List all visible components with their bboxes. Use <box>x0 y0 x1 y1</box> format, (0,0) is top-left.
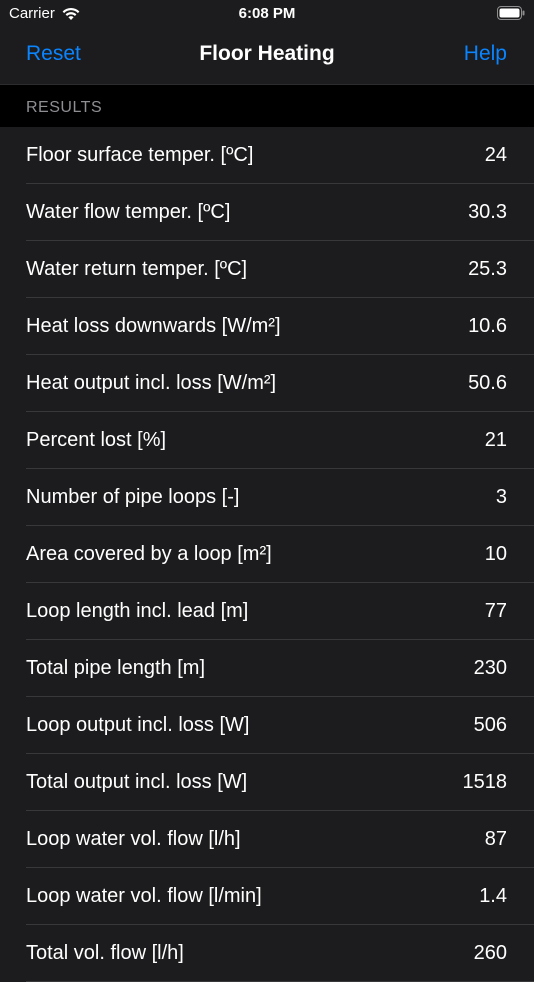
result-value: 506 <box>473 714 507 736</box>
result-row-total-output-incl-loss: Total output incl. loss [W] 1518 <box>0 754 534 811</box>
result-label: Loop length incl. lead [m] <box>26 600 249 622</box>
result-row-loop-water-vol-flow-lmin: Loop water vol. flow [l/min] 1.4 <box>0 868 534 925</box>
result-row-number-of-pipe-loops: Number of pipe loops [-] 3 <box>0 469 534 526</box>
result-label: Water flow temper. [ºC] <box>26 201 231 223</box>
result-row-loop-length-incl-lead: Loop length incl. lead [m] 77 <box>0 583 534 640</box>
result-value: 25.3 <box>468 258 507 280</box>
result-label: Percent lost [%] <box>26 429 167 451</box>
status-time: 6:08 PM <box>238 5 296 22</box>
result-label: Water return temper. [ºC] <box>26 258 248 280</box>
result-row-heat-output-incl-loss: Heat output incl. loss [W/m²] 50.6 <box>0 355 534 412</box>
result-value: 10 <box>484 543 507 565</box>
result-value: 1518 <box>462 771 508 793</box>
result-value: 3 <box>495 486 507 508</box>
result-row-water-return-temperature: Water return temper. [ºC] 25.3 <box>0 241 534 298</box>
results-list[interactable]: Floor surface temper. [ºC] 24 Water flow… <box>0 127 534 982</box>
result-row-water-flow-temperature: Water flow temper. [ºC] 30.3 <box>0 184 534 241</box>
status-bar: Carrier 6:08 PM <box>0 0 534 28</box>
result-value: 230 <box>473 657 507 679</box>
result-value: 87 <box>484 828 507 850</box>
result-label: Loop water vol. flow [l/h] <box>26 828 241 850</box>
result-value: 30.3 <box>468 201 507 223</box>
result-value: 21 <box>484 429 507 451</box>
result-label: Total vol. flow [l/h] <box>26 942 184 964</box>
result-label: Heat loss downwards [W/m²] <box>26 315 281 337</box>
result-row-total-pipe-length: Total pipe length [m] 230 <box>0 640 534 697</box>
result-value: 50.6 <box>468 372 507 394</box>
result-row-area-covered-by-loop: Area covered by a loop [m²] 10 <box>0 526 534 583</box>
result-value: 1.4 <box>479 885 507 907</box>
result-value: 260 <box>473 942 507 964</box>
help-button[interactable]: Help <box>464 42 507 66</box>
result-label: Area covered by a loop [m²] <box>26 543 272 565</box>
result-label: Heat output incl. loss [W/m²] <box>26 372 277 394</box>
result-value: 24 <box>484 144 507 166</box>
result-label: Floor surface temper. [ºC] <box>26 144 254 166</box>
top-bar: Carrier 6:08 PM Reset Floor Heating Help <box>0 0 534 85</box>
result-label: Total pipe length [m] <box>26 657 205 679</box>
result-row-loop-water-vol-flow-lh: Loop water vol. flow [l/h] 87 <box>0 811 534 868</box>
result-row-loop-output-incl-loss: Loop output incl. loss [W] 506 <box>0 697 534 754</box>
result-row-percent-lost: Percent lost [%] 21 <box>0 412 534 469</box>
result-label: Number of pipe loops [-] <box>26 486 240 508</box>
result-label: Loop output incl. loss [W] <box>26 714 250 736</box>
section-header-label: RESULTS <box>26 99 103 116</box>
result-row-total-vol-flow: Total vol. flow [l/h] 260 <box>0 925 534 982</box>
result-label: Total output incl. loss [W] <box>26 771 248 793</box>
result-row-heat-loss-downwards: Heat loss downwards [W/m²] 10.6 <box>0 298 534 355</box>
battery-icon <box>497 6 525 20</box>
result-value: 10.6 <box>468 315 507 337</box>
result-label: Loop water vol. flow [l/min] <box>26 885 262 907</box>
section-header: RESULTS <box>0 85 534 127</box>
result-row-floor-surface-temperature: Floor surface temper. [ºC] 24 <box>0 127 534 184</box>
navigation-bar: Reset Floor Heating Help <box>0 28 534 84</box>
page-title: Floor Heating <box>199 42 335 65</box>
result-value: 77 <box>484 600 507 622</box>
